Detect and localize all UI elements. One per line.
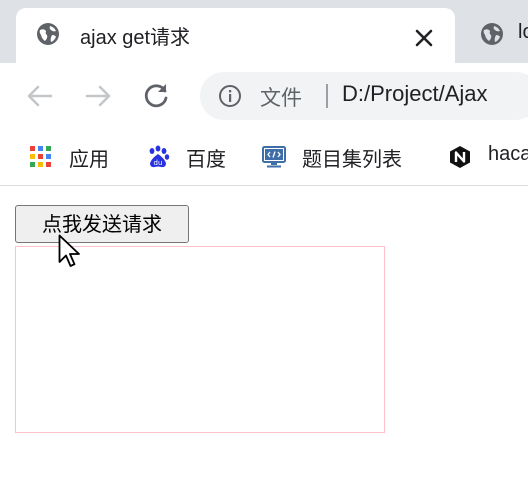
mouse-cursor-icon bbox=[58, 234, 80, 267]
address-bar[interactable]: 文件 D:/Project/Ajax bbox=[200, 72, 528, 120]
apps-grid-icon bbox=[30, 146, 51, 167]
globe-icon bbox=[481, 23, 503, 45]
bookmark-haca[interactable]: haca bbox=[448, 142, 528, 172]
reload-icon[interactable] bbox=[141, 81, 171, 111]
tab-title: lo bbox=[518, 21, 528, 43]
back-arrow-icon[interactable] bbox=[25, 81, 55, 111]
bookmark-label: 题目集列表 bbox=[302, 149, 402, 171]
bookmark-label: 应用 bbox=[69, 149, 109, 171]
code-monitor-icon bbox=[262, 146, 286, 168]
send-request-button[interactable]: 点我发送请求 bbox=[15, 205, 189, 243]
omnibox-separator bbox=[326, 84, 328, 108]
page-content: 点我发送请求 bbox=[0, 186, 528, 480]
tab-inactive[interactable]: lo bbox=[466, 8, 528, 63]
tab-title: ajax get请求 bbox=[80, 27, 191, 49]
forward-arrow-icon[interactable] bbox=[83, 81, 113, 111]
tab-strip: ajax get请求 lo bbox=[0, 0, 528, 63]
bookmark-label: 百度 bbox=[186, 149, 226, 171]
close-icon[interactable] bbox=[414, 28, 434, 48]
bookmark-label: haca bbox=[488, 143, 528, 165]
info-icon[interactable] bbox=[218, 84, 242, 108]
svg-text:du: du bbox=[154, 159, 163, 167]
bookmark-baidu[interactable]: du 百度 bbox=[146, 142, 236, 172]
url-text[interactable]: D:/Project/Ajax bbox=[342, 81, 488, 107]
security-label: 文件 bbox=[260, 87, 302, 110]
tab-active[interactable]: ajax get请求 bbox=[16, 8, 455, 63]
bookmark-apps[interactable]: 应用 bbox=[29, 142, 119, 172]
bookmark-problem-list[interactable]: 题目集列表 bbox=[262, 142, 422, 172]
bookmarks-bar: 应用 du 百度 题目集列表 haca bbox=[0, 129, 528, 186]
toolbar: 文件 D:/Project/Ajax bbox=[0, 63, 528, 129]
baidu-paw-icon: du bbox=[149, 145, 170, 168]
browser-window: ajax get请求 lo bbox=[0, 0, 528, 480]
result-box bbox=[15, 246, 385, 433]
globe-icon bbox=[37, 23, 59, 45]
hexagon-n-icon bbox=[450, 146, 470, 168]
